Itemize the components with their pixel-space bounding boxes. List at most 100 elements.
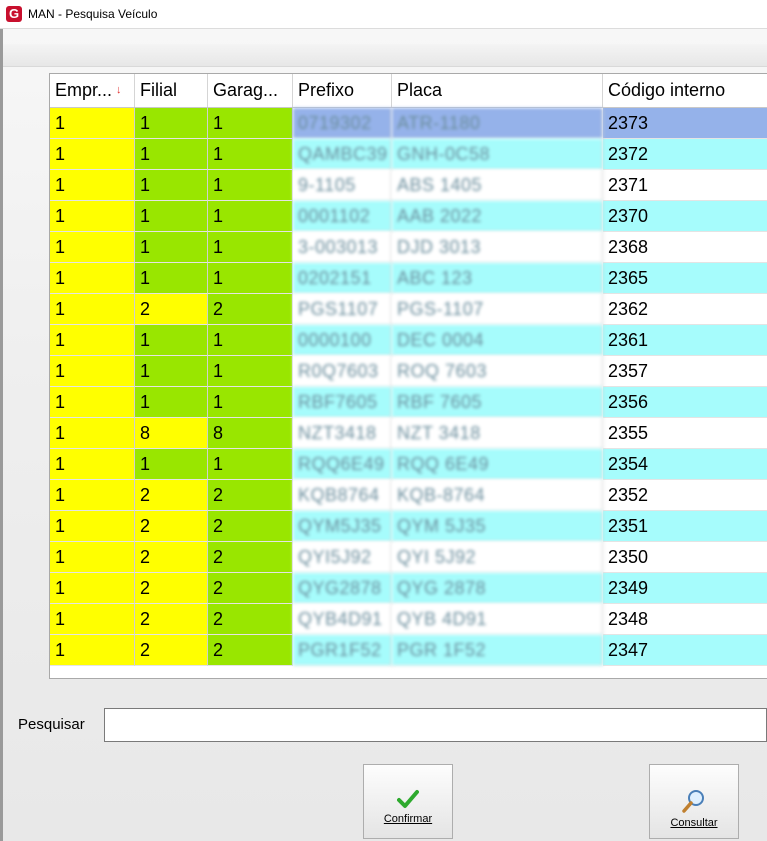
cell-garagem: 2 <box>208 294 293 325</box>
confirm-button-label: Confirmar <box>383 813 433 825</box>
table-row[interactable]: 1 1 1 9-1105 ABS 1405 2371 <box>50 170 767 201</box>
cell-filial: 2 <box>135 573 208 604</box>
cell-filial: 1 <box>135 356 208 387</box>
sort-desc-icon: ↓ <box>116 84 122 96</box>
cell-prefixo: RQQ6E49 <box>293 449 392 480</box>
column-header-filial[interactable]: Filial <box>135 74 208 107</box>
cell-filial: 2 <box>135 635 208 666</box>
cell-prefixo: QYG2878 <box>293 573 392 604</box>
cell-codigo: 2347 <box>603 635 767 666</box>
cell-garagem: 2 <box>208 511 293 542</box>
grid-body: 1 1 1 0719302 ATR-1180 2373 1 1 1 QAMBC39 GNH-0C58… <box>50 108 767 666</box>
cell-placa: ABS 1405 <box>392 170 603 201</box>
cell-garagem: 2 <box>208 604 293 635</box>
cell-prefixo: RBF7605 <box>293 387 392 418</box>
cell-prefixo: 0001102 <box>293 201 392 232</box>
cell-garagem: 2 <box>208 635 293 666</box>
cell-filial: 1 <box>135 232 208 263</box>
table-row[interactable]: 1 1 1 0001102 AAB 2022 2370 <box>50 201 767 232</box>
cell-garagem: 1 <box>208 387 293 418</box>
cell-garagem: 1 <box>208 170 293 201</box>
cell-empresa: 1 <box>50 511 135 542</box>
cell-prefixo: PGS1107 <box>293 294 392 325</box>
cell-codigo: 2373 <box>603 108 767 139</box>
column-header-label: Empr... <box>55 80 113 100</box>
cell-empresa: 1 <box>50 635 135 666</box>
cell-empresa: 1 <box>50 480 135 511</box>
table-row[interactable]: 1 2 2 QYM5J35 QYM 5J35 2351 <box>50 511 767 542</box>
table-row[interactable]: 1 1 1 0202151 ABC 123 2365 <box>50 263 767 294</box>
cell-codigo: 2356 <box>603 387 767 418</box>
cell-placa: ABC 123 <box>392 263 603 294</box>
table-row[interactable]: 1 2 2 QYB4D91 QYB 4D91 2348 <box>50 604 767 635</box>
cell-codigo: 2352 <box>603 480 767 511</box>
table-row[interactable]: 1 2 2 KQB8764 KQB-8764 2352 <box>50 480 767 511</box>
table-row[interactable]: 1 1 1 R0Q7603 ROQ 7603 2357 <box>50 356 767 387</box>
cell-garagem: 1 <box>208 232 293 263</box>
table-row[interactable]: 1 2 2 PGR1F52 PGR 1F52 2347 <box>50 635 767 666</box>
table-row[interactable]: 1 1 1 3-003013 DJD 3013 2368 <box>50 232 767 263</box>
table-row[interactable]: 1 1 1 QAMBC39 GNH-0C58 2372 <box>50 139 767 170</box>
table-row[interactable]: 1 1 1 RBF7605 RBF 7605 2356 <box>50 387 767 418</box>
cell-filial: 1 <box>135 108 208 139</box>
column-header-prefixo[interactable]: Prefixo <box>293 74 392 107</box>
cell-prefixo: 0719302 <box>293 108 392 139</box>
vehicle-grid[interactable]: Empr... ↓ Filial Garag... Prefixo Placa … <box>49 73 767 679</box>
table-row[interactable]: 1 2 2 QYG2878 QYG 2878 2349 <box>50 573 767 604</box>
cell-prefixo: 0202151 <box>293 263 392 294</box>
cell-placa: NZT 3418 <box>392 418 603 449</box>
column-header-placa[interactable]: Placa <box>392 74 603 107</box>
cell-codigo: 2371 <box>603 170 767 201</box>
cell-garagem: 1 <box>208 325 293 356</box>
column-header-codigo-interno[interactable]: Código interno <box>603 74 767 107</box>
cell-codigo: 2351 <box>603 511 767 542</box>
cell-filial: 1 <box>135 201 208 232</box>
magnifier-icon <box>682 790 704 813</box>
cell-prefixo: QAMBC39 <box>293 139 392 170</box>
column-header-garagem[interactable]: Garag... <box>208 74 293 107</box>
cell-empresa: 1 <box>50 170 135 201</box>
cell-placa: PGR 1F52 <box>392 635 603 666</box>
title-bar: G MAN - Pesquisa Veículo <box>0 0 767 29</box>
confirm-button[interactable]: Confirmar <box>363 764 453 839</box>
cell-garagem: 1 <box>208 449 293 480</box>
cell-filial: 8 <box>135 418 208 449</box>
cell-empresa: 1 <box>50 604 135 635</box>
cell-prefixo: R0Q7603 <box>293 356 392 387</box>
table-row[interactable]: 1 1 1 0000100 DEC 0004 2361 <box>50 325 767 356</box>
toolbar-strip <box>3 44 767 67</box>
cell-filial: 1 <box>135 387 208 418</box>
app-logo-icon: G <box>6 6 22 22</box>
window-title: MAN - Pesquisa Veículo <box>28 7 158 21</box>
cell-prefixo: PGR1F52 <box>293 635 392 666</box>
search-input[interactable] <box>104 708 767 742</box>
table-row[interactable]: 1 1 1 0719302 ATR-1180 2373 <box>50 108 767 139</box>
consult-button-label: Consultar <box>670 817 718 829</box>
cell-prefixo: 9-1105 <box>293 170 392 201</box>
consult-button[interactable]: Consultar <box>649 764 739 839</box>
cell-empresa: 1 <box>50 449 135 480</box>
cell-empresa: 1 <box>50 387 135 418</box>
cell-codigo: 2365 <box>603 263 767 294</box>
cell-placa: ROQ 7603 <box>392 356 603 387</box>
table-row[interactable]: 1 2 2 PGS1107 PGS-1107 2362 <box>50 294 767 325</box>
cell-placa: QYI 5J92 <box>392 542 603 573</box>
cell-placa: KQB-8764 <box>392 480 603 511</box>
cell-garagem: 2 <box>208 542 293 573</box>
cell-garagem: 1 <box>208 263 293 294</box>
cell-placa: QYG 2878 <box>392 573 603 604</box>
cell-garagem: 2 <box>208 573 293 604</box>
table-row[interactable]: 1 8 8 NZT3418 NZT 3418 2355 <box>50 418 767 449</box>
cell-placa: QYM 5J35 <box>392 511 603 542</box>
column-header-empresa[interactable]: Empr... ↓ <box>50 74 135 107</box>
cell-garagem: 8 <box>208 418 293 449</box>
cell-codigo: 2361 <box>603 325 767 356</box>
cell-prefixo: 3-003013 <box>293 232 392 263</box>
cell-placa: DJD 3013 <box>392 232 603 263</box>
checkmark-icon <box>397 790 419 808</box>
table-row[interactable]: 1 1 1 RQQ6E49 RQQ 6E49 2354 <box>50 449 767 480</box>
cell-codigo: 2370 <box>603 201 767 232</box>
cell-empresa: 1 <box>50 108 135 139</box>
cell-garagem: 2 <box>208 480 293 511</box>
table-row[interactable]: 1 2 2 QYI5J92 QYI 5J92 2350 <box>50 542 767 573</box>
